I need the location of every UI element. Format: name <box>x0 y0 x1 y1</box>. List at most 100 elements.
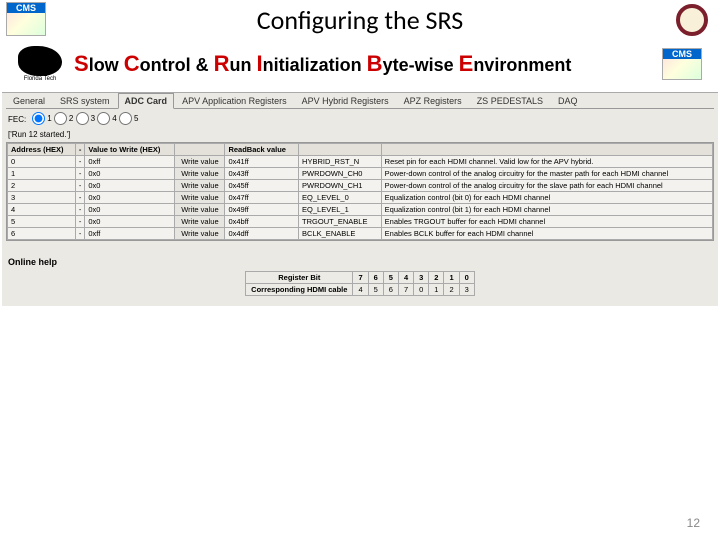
cable-index: 0 <box>414 284 429 296</box>
cable-index: 5 <box>368 284 383 296</box>
table-row: 5-0x0Write value0x4bffTRGOUT_ENABLEEnabl… <box>8 216 713 228</box>
tab-apz-registers[interactable]: APZ Registers <box>397 93 469 108</box>
fec-radio-4[interactable]: 4 <box>97 112 116 125</box>
write-value-button[interactable]: Write value <box>175 168 225 180</box>
bit-index: 3 <box>414 272 429 284</box>
table-row: 1-0x0Write value0x43ffPWRDOWN_CH0Power-d… <box>8 168 713 180</box>
col-header: Address (HEX) <box>8 144 76 156</box>
address-cell[interactable]: 6 <box>8 228 76 240</box>
address-cell[interactable]: 1 <box>8 168 76 180</box>
panther-icon <box>18 46 62 76</box>
col-header: Value to Write (HEX) <box>85 144 175 156</box>
tab-apv-application-registers[interactable]: APV Application Registers <box>175 93 294 108</box>
table-row: 3-0x0Write value0x47ffEQ_LEVEL_0Equaliza… <box>8 192 713 204</box>
app-banner: Florida Tech Slow Control & Run Initiali… <box>0 40 720 92</box>
bit-index: 5 <box>383 272 398 284</box>
app-panel: GeneralSRS systemADC CardAPV Application… <box>2 92 718 306</box>
slide-header: Configuring the SRS <box>0 0 720 40</box>
col-header <box>175 144 225 156</box>
write-value-button[interactable]: Write value <box>175 204 225 216</box>
write-value-button[interactable]: Write value <box>175 180 225 192</box>
tab-bar: GeneralSRS systemADC CardAPV Application… <box>6 93 714 109</box>
fec-radio-3[interactable]: 3 <box>76 112 95 125</box>
address-cell[interactable]: 0 <box>8 156 76 168</box>
col-header <box>299 144 382 156</box>
address-cell[interactable]: 5 <box>8 216 76 228</box>
tab-srs-system[interactable]: SRS system <box>53 93 117 108</box>
table-row: 0-0xffWrite value0x41ffHYBRID_RST_NReset… <box>8 156 713 168</box>
readback-cell: 0x45ff <box>225 180 299 192</box>
cable-index: 4 <box>353 284 368 296</box>
status-line: ['Run 12 started.'] <box>6 130 714 142</box>
bit-index: 0 <box>459 272 474 284</box>
bits-row-head: Register Bit <box>246 272 353 284</box>
bit-index: 4 <box>398 272 413 284</box>
table-row: 4-0x0Write value0x49ffEQ_LEVEL_1Equaliza… <box>8 204 713 216</box>
bit-index: 6 <box>368 272 383 284</box>
register-name-cell: HYBRID_RST_N <box>299 156 382 168</box>
sep-cell: - <box>75 204 85 216</box>
register-panel: Address (HEX)-Value to Write (HEX)ReadBa… <box>6 142 714 241</box>
col-header: - <box>75 144 85 156</box>
cable-index: 6 <box>383 284 398 296</box>
address-cell[interactable]: 3 <box>8 192 76 204</box>
value-cell[interactable]: 0x0 <box>85 192 175 204</box>
page-number: 12 <box>687 516 700 530</box>
fec-radio-input-1[interactable] <box>32 112 45 125</box>
address-cell[interactable]: 2 <box>8 180 76 192</box>
sep-cell: - <box>75 216 85 228</box>
readback-cell: 0x47ff <box>225 192 299 204</box>
readback-cell: 0x43ff <box>225 168 299 180</box>
fec-radio-input-5[interactable] <box>119 112 132 125</box>
tab-general[interactable]: General <box>6 93 52 108</box>
write-value-button[interactable]: Write value <box>175 192 225 204</box>
tab-zs-pedestals[interactable]: ZS PEDESTALS <box>470 93 550 108</box>
description-cell: Power-down control of the analog circuit… <box>381 180 712 192</box>
value-cell[interactable]: 0x0 <box>85 216 175 228</box>
cable-index: 2 <box>444 284 459 296</box>
address-cell[interactable]: 4 <box>8 204 76 216</box>
value-cell[interactable]: 0x0 <box>85 180 175 192</box>
scribe-acronym: Slow Control & Run Initialization Byte-w… <box>68 51 656 77</box>
fec-radio-input-3[interactable] <box>76 112 89 125</box>
col-header: ReadBack value <box>225 144 299 156</box>
col-header <box>381 144 712 156</box>
table-row: 6-0xffWrite value0x4dffBCLK_ENABLEEnable… <box>8 228 713 240</box>
register-name-cell: PWRDOWN_CH0 <box>299 168 382 180</box>
register-table: Address (HEX)-Value to Write (HEX)ReadBa… <box>7 143 713 240</box>
cable-index: 1 <box>429 284 444 296</box>
value-cell[interactable]: 0xff <box>85 228 175 240</box>
tab-daq[interactable]: DAQ <box>551 93 585 108</box>
tab-apv-hybrid-registers[interactable]: APV Hybrid Registers <box>295 93 396 108</box>
university-seal-icon <box>676 4 708 36</box>
write-value-button[interactable]: Write value <box>175 216 225 228</box>
cable-index: 3 <box>459 284 474 296</box>
tab-adc-card[interactable]: ADC Card <box>118 93 175 109</box>
readback-cell: 0x41ff <box>225 156 299 168</box>
register-name-cell: EQ_LEVEL_0 <box>299 192 382 204</box>
write-value-button[interactable]: Write value <box>175 228 225 240</box>
value-cell[interactable]: 0x0 <box>85 168 175 180</box>
register-name-cell: TRGOUT_ENABLE <box>299 216 382 228</box>
value-cell[interactable]: 0x0 <box>85 204 175 216</box>
register-name-cell: PWRDOWN_CH1 <box>299 180 382 192</box>
fec-radio-input-2[interactable] <box>54 112 67 125</box>
fec-radio-5[interactable]: 5 <box>119 112 138 125</box>
bit-index: 7 <box>353 272 368 284</box>
readback-cell: 0x4dff <box>225 228 299 240</box>
fec-radio-input-4[interactable] <box>97 112 110 125</box>
readback-cell: 0x49ff <box>225 204 299 216</box>
fec-radio-row: FEC: 1 2 3 4 5 <box>6 109 714 130</box>
cms-logo-left <box>6 2 46 36</box>
description-cell: Enables TRGOUT buffer for each HDMI chan… <box>381 216 712 228</box>
value-cell[interactable]: 0xff <box>85 156 175 168</box>
fec-label: FEC: <box>8 115 26 124</box>
fec-radio-2[interactable]: 2 <box>54 112 73 125</box>
description-cell: Equalization control (bit 0) for each HD… <box>381 192 712 204</box>
readback-cell: 0x4bff <box>225 216 299 228</box>
bit-index: 2 <box>429 272 444 284</box>
bits-table: Register Bit76543210Corresponding HDMI c… <box>245 271 475 296</box>
fec-radio-1[interactable]: 1 <box>32 112 51 125</box>
write-value-button[interactable]: Write value <box>175 156 225 168</box>
register-name-cell: EQ_LEVEL_1 <box>299 204 382 216</box>
